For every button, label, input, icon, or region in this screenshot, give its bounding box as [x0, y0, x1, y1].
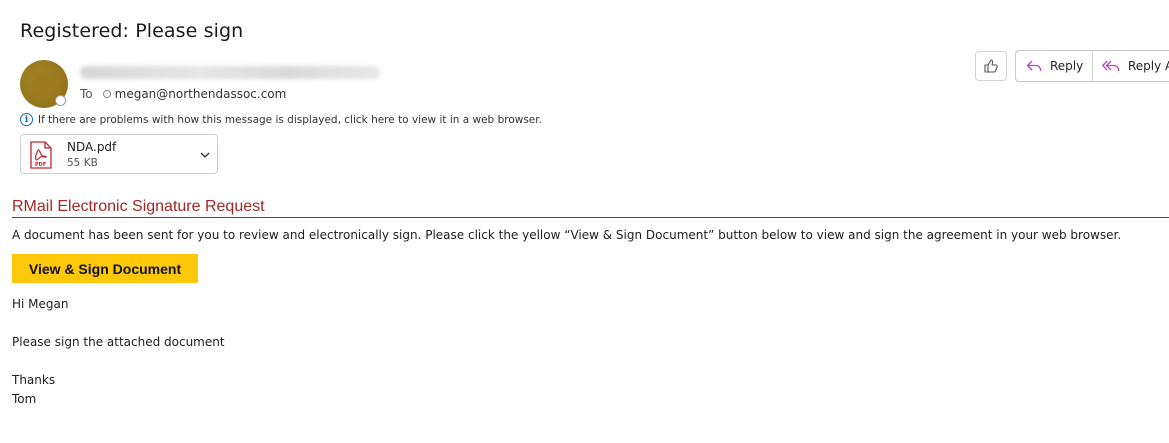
reply-all-arrow-icon: [1102, 60, 1120, 71]
recipient-address[interactable]: megan@northendassoc.com: [115, 87, 287, 101]
info-icon: i: [20, 113, 33, 126]
reply-all-label: Reply A: [1128, 59, 1169, 73]
attachment-name: NDA.pdf: [67, 140, 117, 154]
recipient-row: To megan@northendassoc.com: [80, 87, 286, 101]
intro-paragraph: A document has been sent for you to revi…: [12, 228, 1122, 242]
email-subject: Registered: Please sign: [20, 20, 244, 42]
rmail-heading: RMail Electronic Signature Request: [12, 198, 1169, 218]
reply-button[interactable]: Reply: [1016, 51, 1093, 81]
svg-text:PDF: PDF: [35, 162, 46, 168]
greeting-text: Hi Megan: [12, 297, 69, 311]
chevron-down-icon[interactable]: [199, 149, 211, 161]
sender-name-redacted[interactable]: [80, 66, 380, 79]
pdf-file-icon: PDF: [30, 141, 52, 169]
display-problem-banner[interactable]: i If there are problems with how this me…: [20, 113, 542, 126]
email-reading-pane: Registered: Please sign To megan@northen…: [0, 0, 1169, 443]
signature-text: Tom: [12, 392, 37, 406]
attachment-size: 55 KB: [67, 157, 98, 169]
reply-arrow-icon: [1026, 60, 1042, 71]
reply-label: Reply: [1050, 59, 1084, 73]
view-sign-document-button[interactable]: View & Sign Document: [12, 254, 198, 283]
avatar-image: [32, 72, 56, 96]
closing-text: Thanks: [12, 373, 56, 387]
presence-status-icon: [55, 95, 66, 106]
thumbs-up-icon: [984, 59, 998, 73]
like-button[interactable]: [975, 51, 1007, 81]
attachment-card[interactable]: PDF NDA.pdf 55 KB: [20, 134, 218, 174]
reply-all-button[interactable]: Reply A: [1093, 51, 1169, 81]
message-text: Please sign the attached document: [12, 335, 225, 349]
reply-actions-group: Reply Reply A: [1015, 50, 1169, 82]
recipient-presence-icon: [102, 90, 111, 98]
to-label: To: [80, 87, 93, 101]
display-problem-text[interactable]: If there are problems with how this mess…: [38, 114, 542, 126]
